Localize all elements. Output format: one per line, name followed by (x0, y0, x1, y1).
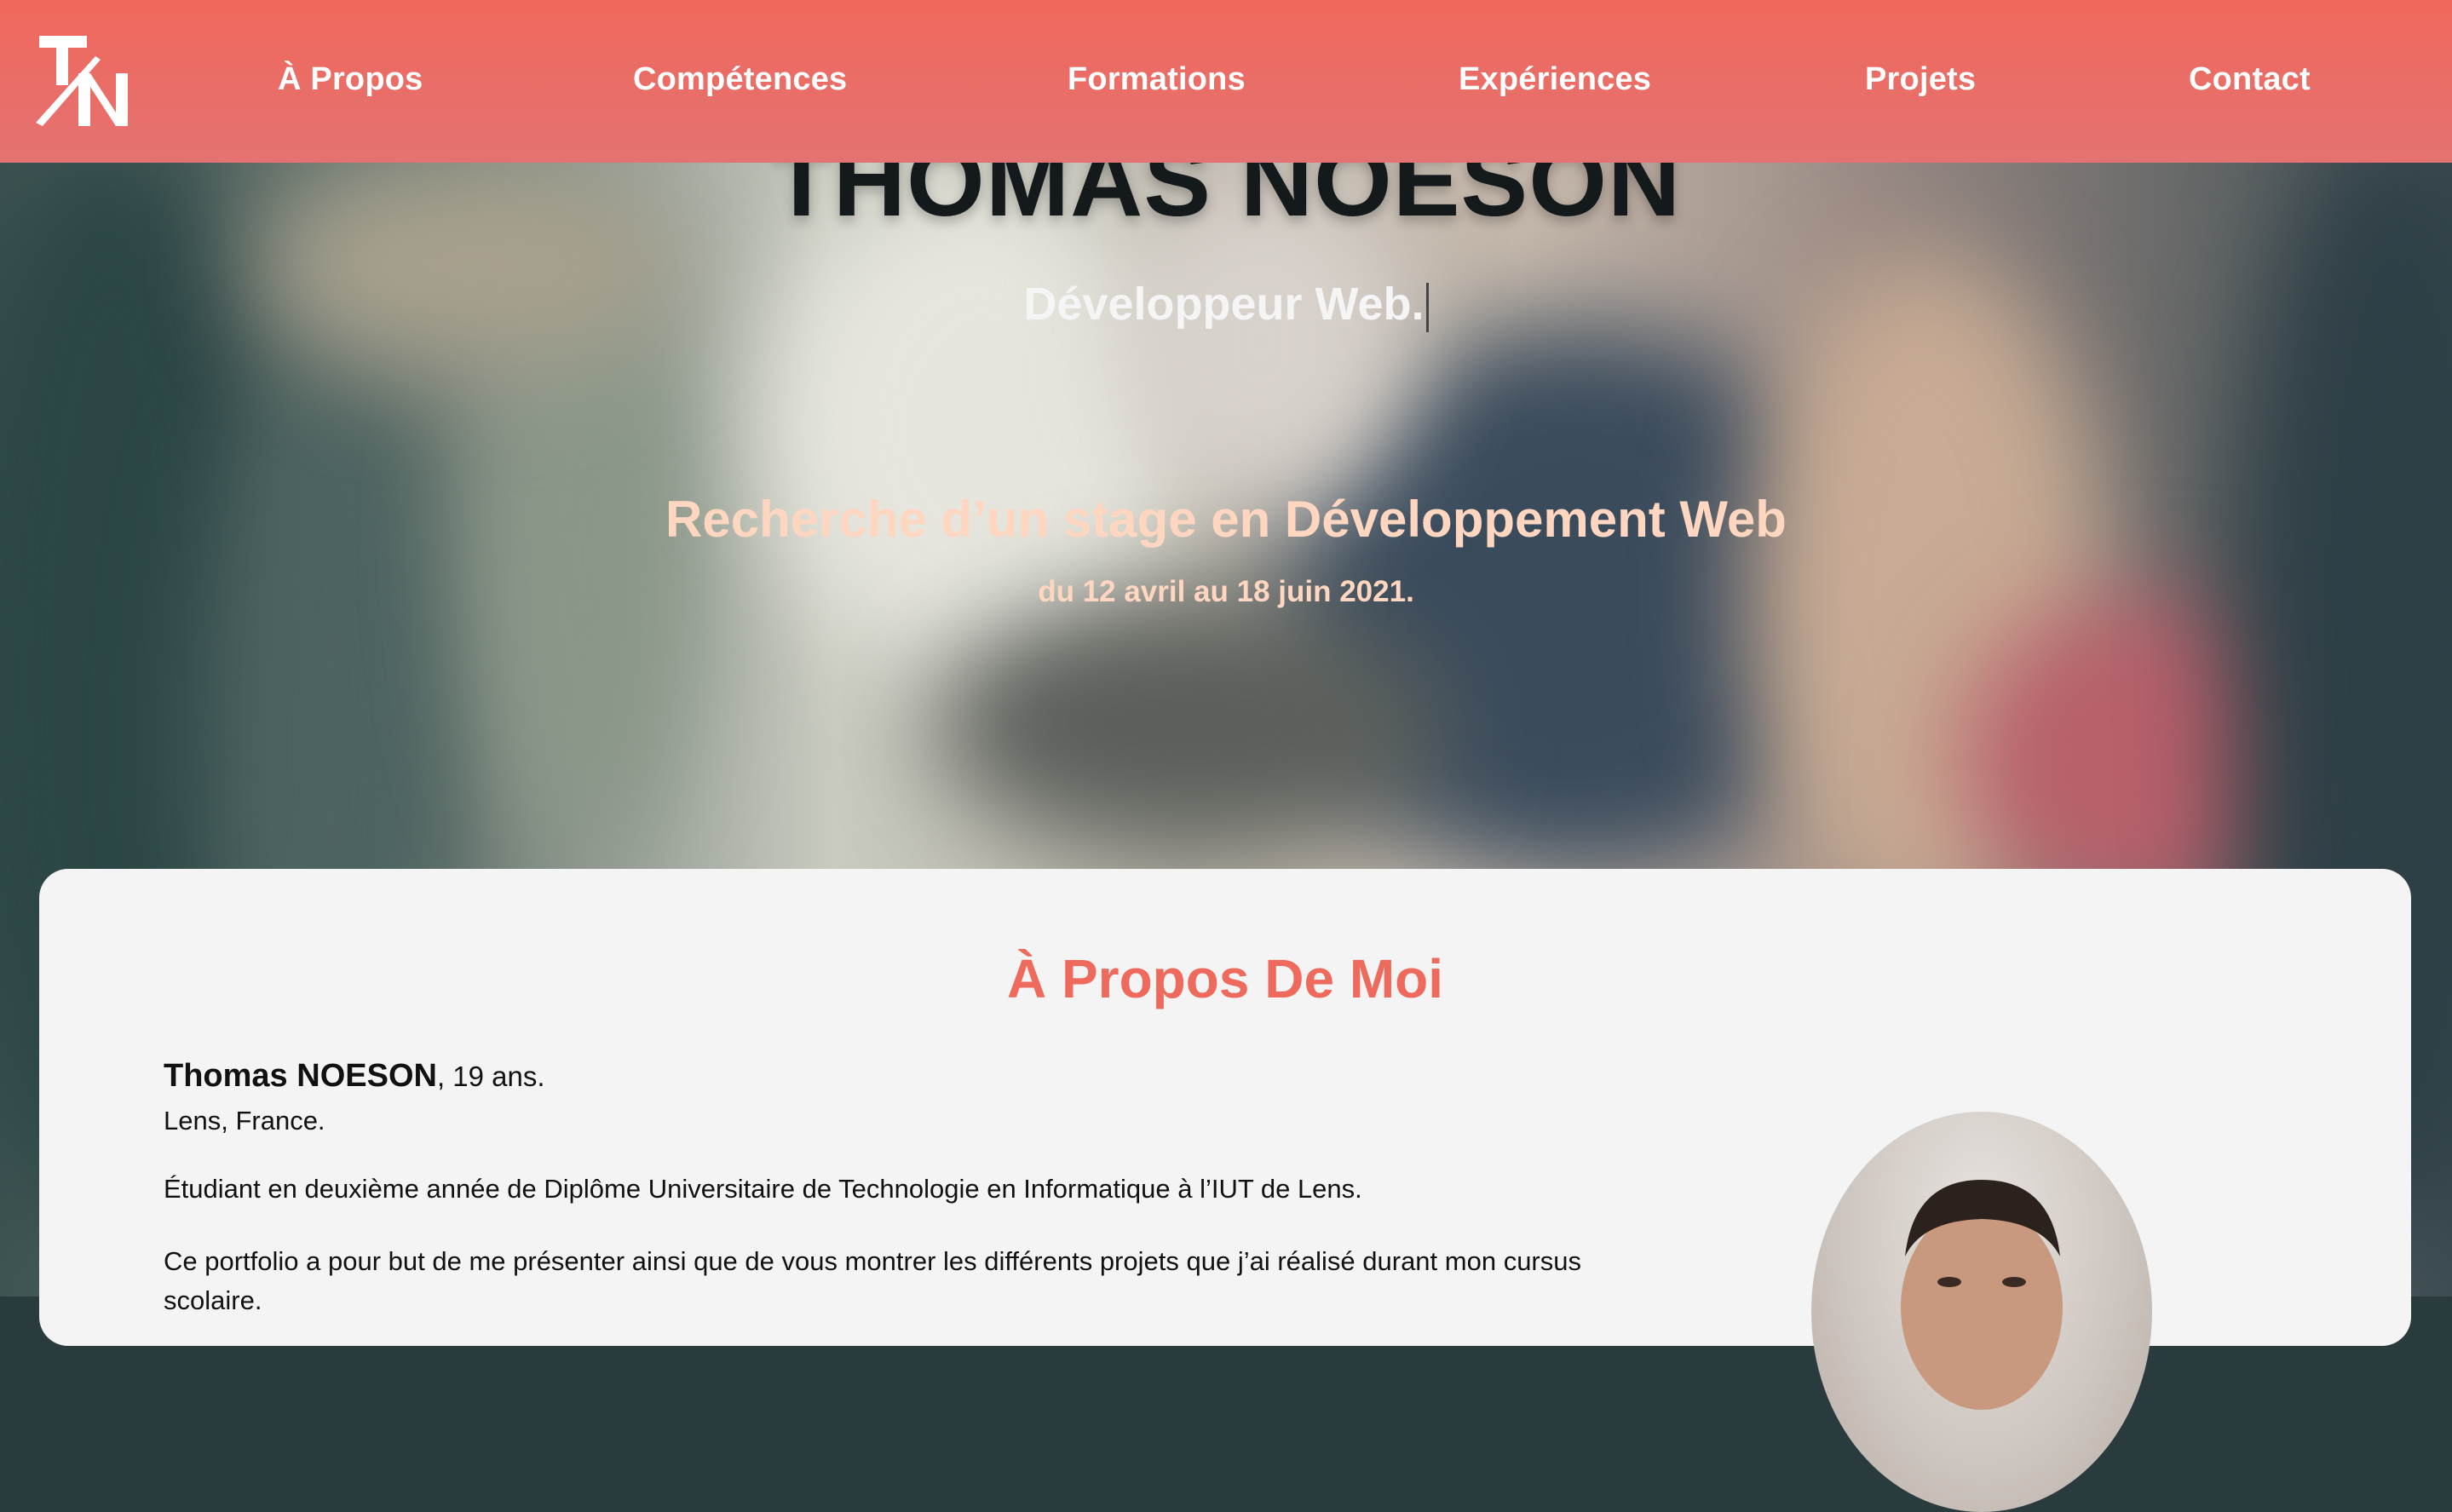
about-age: , 19 ans. (436, 1061, 545, 1092)
nav-link-experiences[interactable]: Expériences (1459, 61, 1651, 98)
nav-link-contact[interactable]: Contact (2189, 61, 2311, 98)
hero-internship-dates: du 12 avril au 18 juin 2021. (1038, 575, 1414, 608)
nav-link-competences[interactable]: Compétences (633, 61, 847, 98)
hero-internship-heading: Recherche d’un stage en Développement We… (665, 491, 1787, 548)
typing-caret (1425, 282, 1429, 332)
nav-link-formations[interactable]: Formations (1068, 61, 1246, 98)
about-paragraph-1: Étudiant en deuxième année de Diplôme Un… (164, 1174, 1362, 1204)
about-title: À Propos De Moi (1006, 948, 1444, 1009)
about-name-line: Thomas NOESON, 19 ans. (164, 1058, 545, 1095)
tn-logo-icon[interactable] (36, 31, 131, 131)
hero-role-text: Développeur Web. (1023, 279, 1425, 330)
hero-role: Développeur Web. (0, 278, 2452, 332)
about-city: Lens, France. (164, 1106, 325, 1135)
about-name: Thomas NOESON (164, 1058, 437, 1094)
profile-avatar (1811, 1112, 2152, 1512)
nav-link-projets[interactable]: Projets (1865, 61, 1976, 98)
nav-link-a-propos[interactable]: À Propos (278, 61, 423, 98)
about-card: À Propos De Moi Thomas NOESON, 19 ans. L… (39, 869, 2411, 1512)
top-navbar: À Propos Compétences Formations Expérien… (0, 0, 2452, 163)
about-paragraph-2: Ce portfolio a pour but de me présenter … (164, 1246, 1581, 1315)
